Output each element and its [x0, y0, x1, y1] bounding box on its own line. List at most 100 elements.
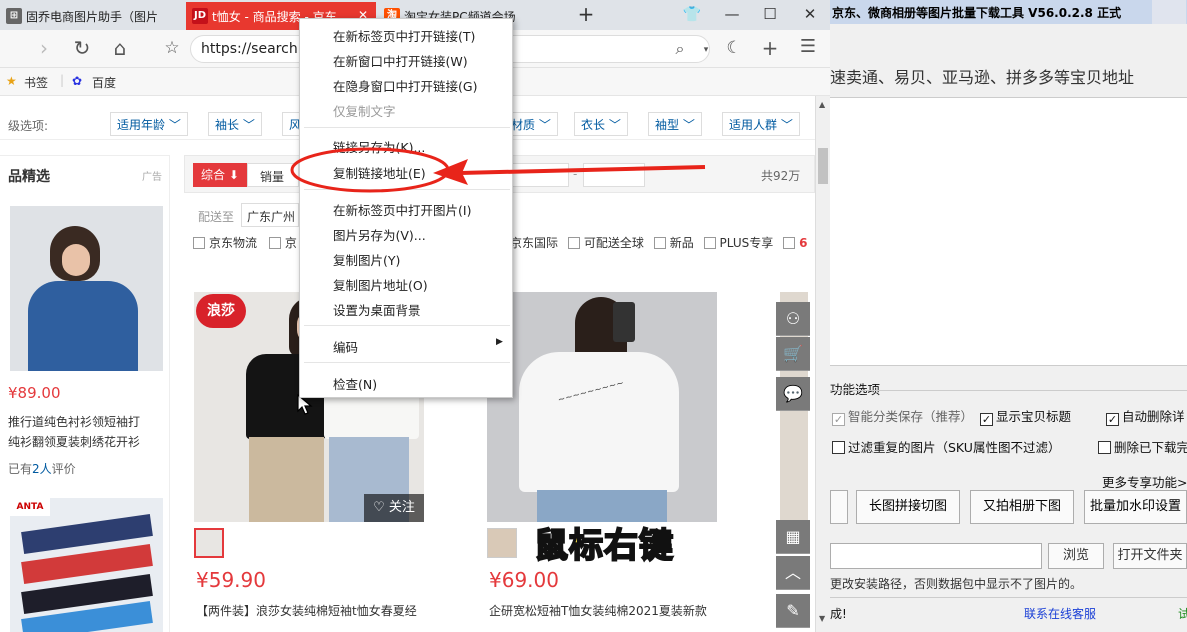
product-desc[interactable]: 推行道纯色衬衫领短袖打	[8, 413, 140, 430]
close-window-icon[interactable]: ✕	[790, 0, 830, 30]
scroll-thumb[interactable]	[818, 148, 828, 184]
menu-icon[interactable]: ☰	[794, 36, 822, 57]
check-jd[interactable]: 京	[268, 236, 297, 250]
tab-tool-helper[interactable]: ⊞ 固乔电商图片助手（图片	[0, 2, 186, 30]
menu-set-wallpaper[interactable]: 设置为桌面背景	[333, 300, 421, 319]
url-textarea[interactable]	[830, 98, 1187, 365]
product-desc[interactable]: 纯衫翻领夏装刺绣花开衫	[8, 433, 140, 450]
check-new[interactable]: 新品	[653, 236, 694, 250]
more-features-link[interactable]: 更多专享功能>>	[1102, 472, 1187, 491]
cart-icon[interactable]: 🛒	[776, 337, 810, 371]
review-number[interactable]: 2人	[32, 462, 52, 476]
product-name[interactable]: 企研宽松短袖T恤女装纯棉2021夏装新款	[489, 602, 724, 619]
thumbnail[interactable]	[194, 528, 224, 558]
checkbox[interactable]: ✓	[980, 413, 993, 426]
forward-icon[interactable]: ›	[30, 36, 58, 60]
option-auto-delete[interactable]: ✓ 自动删除详	[1106, 406, 1185, 426]
long-image-split-button[interactable]: 长图拼接切图	[856, 490, 960, 524]
chat-icon[interactable]: 💬	[776, 377, 810, 411]
filter-length[interactable]: 衣长 ﹀	[574, 112, 628, 136]
check-jd-international[interactable]: 京东国际	[510, 236, 558, 250]
checkbox[interactable]	[832, 441, 845, 454]
shirt-icon[interactable]: 👕	[672, 0, 712, 30]
scroll-up-icon[interactable]: ▲	[819, 100, 825, 109]
checkbox[interactable]	[703, 237, 716, 249]
check-jd-logistics[interactable]: 京东物流	[193, 236, 257, 250]
menu-save-image[interactable]: 图片另存为(V)...	[333, 225, 426, 244]
star-icon[interactable]: ☆	[158, 38, 186, 58]
ship-location-select[interactable]: 广东广州	[241, 203, 299, 227]
scroll-down-icon[interactable]: ▼	[819, 614, 825, 623]
bookmark-star-icon: ★	[6, 74, 17, 88]
menu-open-new-tab[interactable]: 在新标签页中打开链接(T)	[333, 26, 475, 45]
follow-button[interactable]: ♡ 关注	[364, 494, 424, 522]
checkbox[interactable]	[1098, 441, 1111, 454]
option-show-title[interactable]: ✓ 显示宝贝标题	[980, 406, 1071, 426]
filter-sleeve[interactable]: 袖长 ﹀	[208, 112, 262, 136]
chevron-down-icon: ﹀	[538, 118, 551, 132]
menu-open-new-window[interactable]: 在新窗口中打开链接(W)	[333, 51, 468, 70]
minimize-icon[interactable]: —	[712, 0, 752, 30]
new-tab-button[interactable]: +	[566, 0, 606, 30]
filter-age[interactable]: 适用年龄 ﹀	[110, 112, 188, 136]
product-price: ¥69.00	[489, 568, 559, 592]
checkbox[interactable]	[567, 237, 580, 249]
thumbnail[interactable]	[487, 528, 517, 558]
check-label: 6	[799, 236, 808, 250]
check-more[interactable]: 6	[783, 236, 807, 250]
product-image[interactable]	[10, 206, 163, 371]
product-image[interactable]: ~~~~~~~~~	[487, 292, 717, 522]
product-name[interactable]: 【两件装】浪莎女装纯棉短袖t恤女春夏经	[196, 602, 431, 619]
sort-comprehensive[interactable]: 综合 ⬇	[193, 163, 247, 187]
menu-copy-image[interactable]: 复制图片(Y)	[333, 250, 400, 269]
option-smart-save[interactable]: ✓ 智能分类保存（推荐）	[832, 406, 973, 426]
menu-open-image-new-tab[interactable]: 在新标签页中打开图片(I)	[333, 200, 471, 219]
save-path-input[interactable]	[830, 543, 1042, 569]
check-label: 新品	[669, 236, 694, 250]
user-icon[interactable]: ⚇	[776, 302, 810, 336]
menu-encoding[interactable]: 编码	[333, 337, 358, 356]
pants-shape	[249, 437, 324, 522]
menu-copy-image-address[interactable]: 复制图片地址(O)	[333, 275, 428, 294]
scrollbar[interactable]: ▲ ▼	[815, 96, 830, 632]
filter-audience[interactable]: 适用人群 ﹀	[722, 112, 800, 136]
youpai-album-button[interactable]: 又拍相册下图	[970, 490, 1074, 524]
home-icon[interactable]: ⌂	[106, 36, 134, 60]
contact-support-link[interactable]: 联系在线客服	[1024, 605, 1096, 622]
checkbox[interactable]	[193, 237, 205, 249]
check-label: PLUS专享	[719, 236, 774, 250]
open-folder-button[interactable]: 打开文件夹	[1113, 543, 1187, 569]
option-filter-duplicates[interactable]: 过滤重复的图片（SKU属性图不过滤）	[832, 437, 1060, 456]
menu-open-incognito[interactable]: 在隐身窗口中打开链接(G)	[333, 76, 477, 95]
qrcode-icon[interactable]: ▦	[776, 520, 810, 554]
filter-sleeve-type[interactable]: 袖型 ﹀	[648, 112, 702, 136]
context-menu: 在新标签页中打开链接(T) 在新窗口中打开链接(W) 在隐身窗口中打开链接(G)…	[299, 18, 513, 398]
checkbox[interactable]	[783, 237, 796, 249]
add-icon[interactable]: +	[756, 36, 784, 60]
menu-inspect[interactable]: 检查(N)	[333, 374, 377, 393]
night-mode-icon[interactable]: ☾	[720, 38, 748, 58]
check-plus[interactable]: PLUS专享	[703, 236, 774, 250]
bookmark-item[interactable]: 百度	[92, 74, 116, 91]
batch-watermark-button[interactable]: 批量加水印设置	[1084, 490, 1187, 524]
baidu-paw-icon: ✿	[72, 74, 83, 88]
download-tool-window: 京东、微商相册等图片批量下载工具 V56.0.2.8 正式 速卖通、易贝、亚马逊…	[830, 0, 1187, 632]
option-label: 删除已下载完	[1114, 440, 1187, 455]
tool-button[interactable]	[830, 490, 848, 524]
checkbox[interactable]	[653, 237, 666, 249]
maximize-icon[interactable]: ☐	[750, 0, 790, 30]
ship-label: 配送至	[198, 210, 235, 224]
feedback-icon[interactable]: ✎	[776, 594, 810, 628]
browse-button[interactable]: 浏览	[1048, 543, 1104, 569]
checkbox[interactable]: ✓	[1106, 413, 1119, 426]
bookmark-item[interactable]: 书签	[24, 74, 48, 91]
refresh-icon[interactable]: ↻	[68, 36, 96, 60]
checkbox[interactable]	[268, 237, 281, 249]
option-delete-downloaded[interactable]: 删除已下载完	[1098, 437, 1187, 456]
checkbox[interactable]: ✓	[832, 413, 845, 426]
check-global[interactable]: 可配送全球	[567, 236, 644, 250]
dropdown-icon[interactable]: ▾	[692, 45, 720, 55]
product-image[interactable]: ANTA	[10, 498, 163, 632]
search-icon[interactable]: ⌕	[666, 39, 694, 59]
back-to-top-icon[interactable]: ︿	[776, 556, 810, 590]
